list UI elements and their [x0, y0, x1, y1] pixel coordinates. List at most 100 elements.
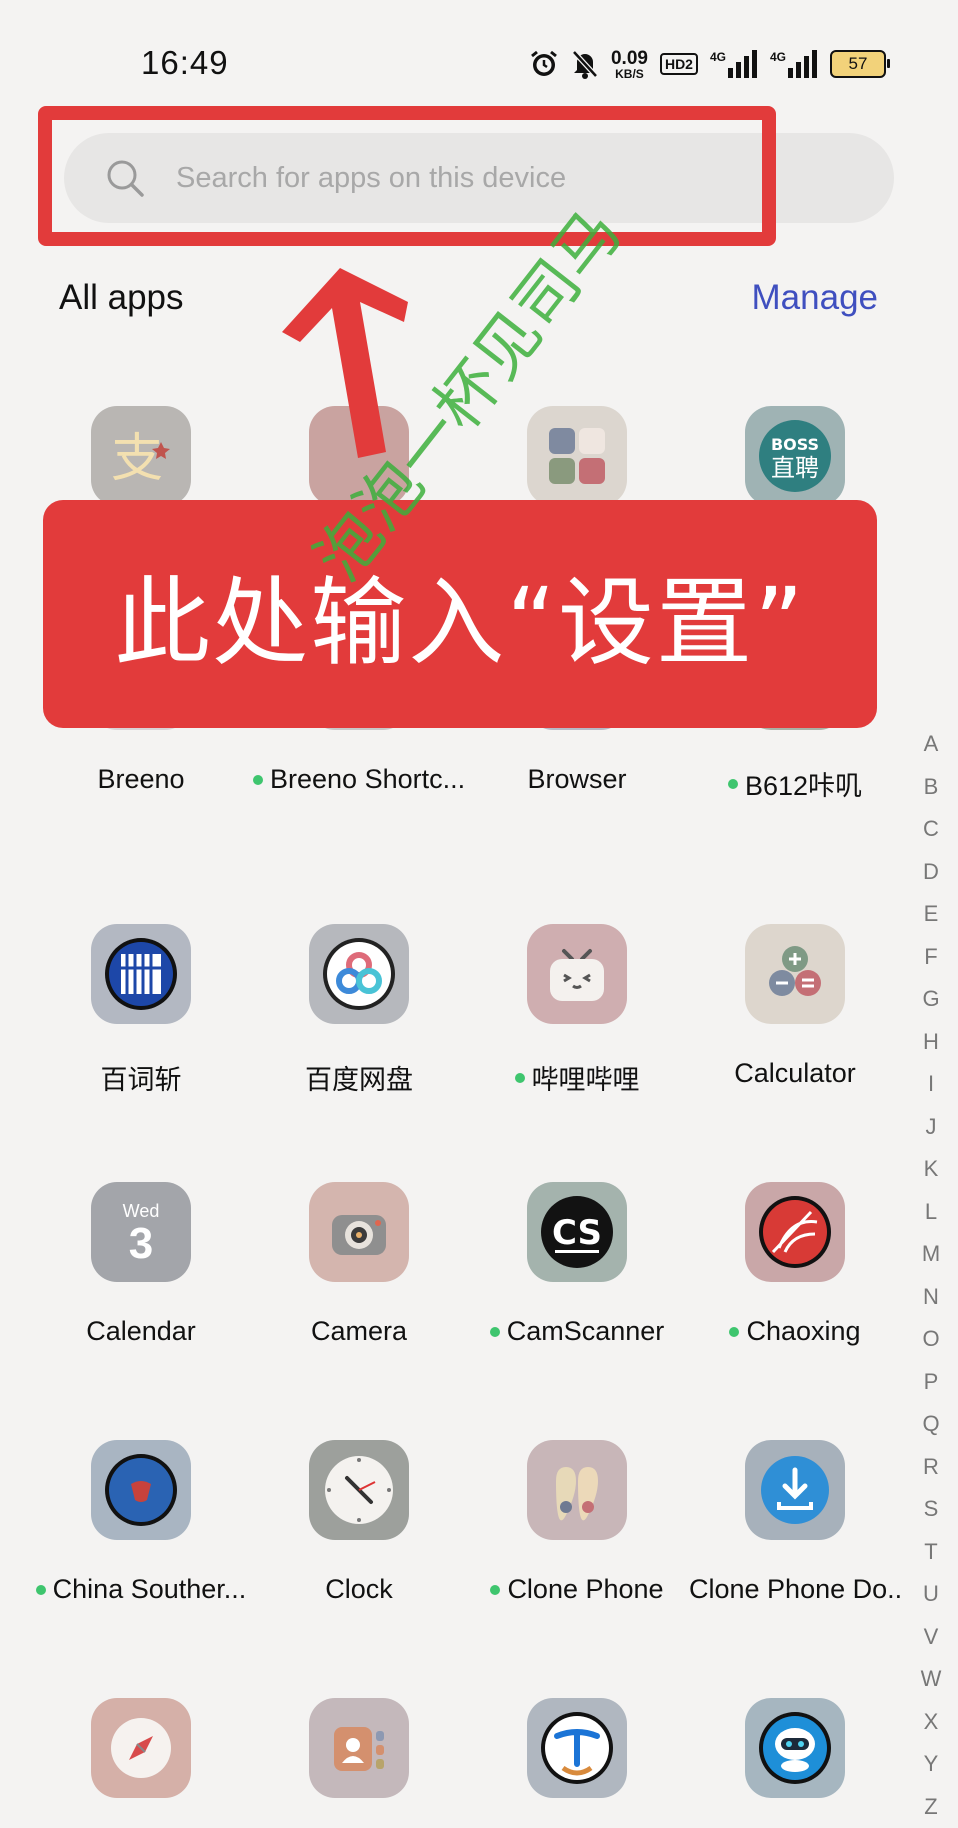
calculator-icon — [745, 924, 845, 1024]
app-china-southern[interactable]: China Souther... — [32, 1440, 250, 1605]
index-letter[interactable]: E — [918, 893, 944, 936]
bilibili-icon — [527, 924, 627, 1024]
index-letter[interactable]: L — [918, 1191, 944, 1234]
index-letter[interactable]: W — [918, 1658, 944, 1701]
app-label: Clock — [325, 1574, 393, 1605]
status-bar: 16:49 0.09 KB/S HD2 4G 4G 57 — [0, 0, 958, 110]
index-letter[interactable]: U — [918, 1573, 944, 1616]
mute-bell-icon — [571, 49, 599, 79]
china-telecom-icon — [527, 1698, 627, 1798]
clock-time: 16:49 — [141, 44, 229, 82]
boss-zhipin-icon: BOSS直聘 — [745, 406, 845, 506]
app-camscanner[interactable]: CS CamScanner — [468, 1182, 686, 1347]
app-baicizhan[interactable]: 百词斩 — [32, 924, 250, 1097]
folder-grid-icon — [527, 406, 627, 506]
svg-text:直聘: 直聘 — [771, 454, 819, 482]
index-letter[interactable]: K — [918, 1148, 944, 1191]
index-letter[interactable]: O — [918, 1318, 944, 1361]
app-clock[interactable]: Clock — [250, 1440, 468, 1605]
app-label: Breeno Shortc... — [253, 764, 465, 795]
instruction-banner-text: 此处输入“设置” — [114, 545, 805, 684]
app-label: Chaoxing — [729, 1316, 860, 1347]
baidu-netdisk-icon — [309, 924, 409, 1024]
chaoxing-icon — [745, 1182, 845, 1282]
manage-button[interactable]: Manage — [752, 278, 878, 318]
app-compass[interactable] — [32, 1698, 250, 1798]
index-letter[interactable]: Q — [918, 1403, 944, 1446]
new-badge-dot — [490, 1327, 500, 1337]
new-badge-dot — [515, 1073, 525, 1083]
index-letter[interactable]: N — [918, 1276, 944, 1319]
app-label: 哔哩哔哩 — [515, 1058, 640, 1097]
index-letter[interactable]: D — [918, 851, 944, 894]
index-letter[interactable]: M — [918, 1233, 944, 1276]
index-letter[interactable]: H — [918, 1021, 944, 1064]
app-label: Clone Phone — [490, 1574, 663, 1605]
up-arrow-icon — [270, 262, 430, 482]
app-label: Camera — [311, 1316, 407, 1347]
app-label: B612咔叽 — [728, 764, 862, 803]
new-badge-dot — [36, 1585, 46, 1595]
index-letter[interactable]: F — [918, 936, 944, 979]
search-bar[interactable] — [64, 133, 894, 223]
app-clone-phone[interactable]: Clone Phone — [468, 1440, 686, 1605]
index-letter[interactable]: Z — [918, 1786, 944, 1828]
index-letter[interactable]: X — [918, 1701, 944, 1744]
clone-phone-download-icon — [745, 1440, 845, 1540]
index-letter[interactable]: P — [918, 1361, 944, 1404]
new-badge-dot — [253, 775, 263, 785]
app-baidu-netdisk[interactable]: 百度网盘 — [250, 924, 468, 1097]
china-southern-icon — [91, 1440, 191, 1540]
index-letter[interactable]: A — [918, 723, 944, 766]
index-letter[interactable]: Y — [918, 1743, 944, 1786]
index-letter[interactable]: R — [918, 1446, 944, 1489]
app-clone-phone-download[interactable]: Clone Phone Do... — [686, 1440, 904, 1605]
alipay-icon: 支 — [91, 406, 191, 506]
signal-icon: 4G — [710, 50, 758, 78]
index-letter[interactable]: I — [918, 1063, 944, 1106]
app-label: Clone Phone Do... — [689, 1574, 901, 1605]
app-label: 百度网盘 — [305, 1058, 413, 1097]
robot-app-icon — [745, 1698, 845, 1798]
calendar-icon: Wed 3 — [91, 1182, 191, 1282]
app-calendar[interactable]: Wed 3 Calendar — [32, 1182, 250, 1347]
app-chaoxing[interactable]: Chaoxing — [686, 1182, 904, 1347]
clone-phone-icon — [527, 1440, 627, 1540]
app-alipay[interactable]: 支 — [32, 406, 250, 506]
index-letter[interactable]: C — [918, 808, 944, 851]
hd-badge: HD2 — [660, 53, 698, 75]
new-badge-dot — [490, 1585, 500, 1595]
svg-text:CS: CS — [552, 1213, 602, 1253]
new-badge-dot — [729, 1327, 739, 1337]
status-icons: 0.09 KB/S HD2 4G 4G 57 — [529, 44, 886, 84]
camera-icon — [309, 1182, 409, 1282]
index-letter[interactable]: S — [918, 1488, 944, 1531]
app-boss[interactable]: BOSS直聘 — [686, 406, 904, 506]
app-china-telecom[interactable] — [468, 1698, 686, 1798]
index-letter[interactable]: B — [918, 766, 944, 809]
index-letter[interactable]: J — [918, 1106, 944, 1149]
search-icon — [104, 157, 146, 199]
app-bilibili[interactable]: 哔哩哔哩 — [468, 924, 686, 1097]
index-letter[interactable]: V — [918, 1616, 944, 1659]
app-label: China Souther... — [36, 1574, 247, 1605]
index-letter[interactable]: G — [918, 978, 944, 1021]
calendar-date: 3 — [129, 1222, 153, 1266]
all-apps-heading: All apps — [59, 278, 184, 318]
app-calculator[interactable]: Calculator — [686, 924, 904, 1089]
app-contacts[interactable] — [250, 1698, 468, 1798]
network-speed: 0.09 KB/S — [611, 49, 648, 80]
index-letter[interactable]: T — [918, 1531, 944, 1574]
app-folder[interactable] — [468, 406, 686, 506]
battery-icon: 57 — [830, 50, 886, 78]
app-robot[interactable] — [686, 1698, 904, 1798]
alarm-icon — [529, 49, 559, 79]
search-input[interactable] — [174, 161, 778, 196]
app-label: Calendar — [86, 1316, 196, 1347]
clock-icon — [309, 1440, 409, 1540]
app-camera[interactable]: Camera — [250, 1182, 468, 1347]
svg-text:BOSS: BOSS — [771, 435, 819, 454]
alphabet-index[interactable]: ABCDEFGHIJKLMNOPQRSTUVWXYZ — [918, 723, 944, 1828]
app-label: CamScanner — [490, 1316, 665, 1347]
app-label: Browser — [527, 764, 626, 795]
